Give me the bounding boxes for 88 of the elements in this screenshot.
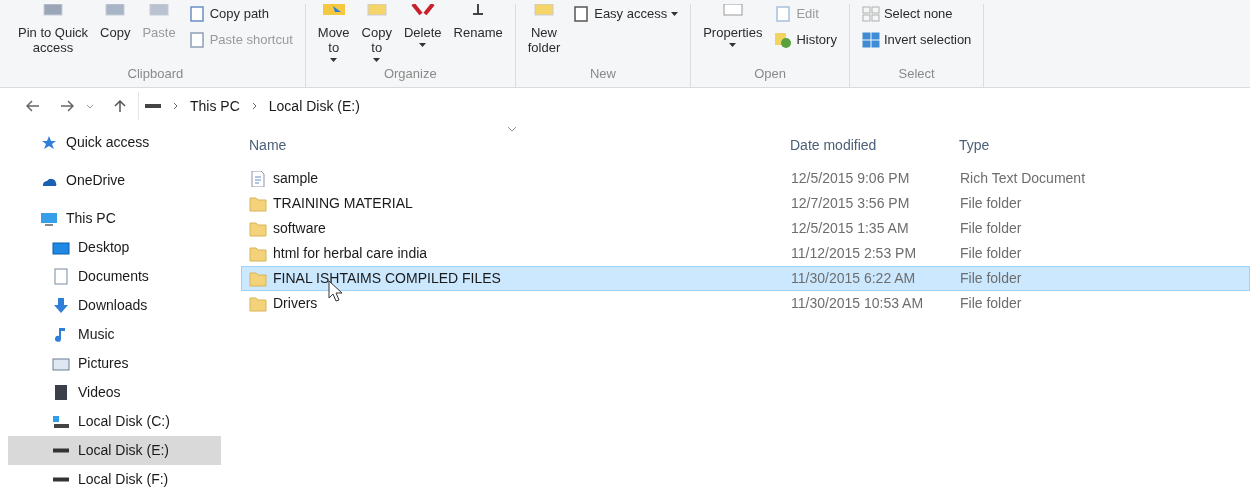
document-icon [52, 268, 70, 285]
nav-item[interactable]: OneDrive [8, 166, 221, 195]
date-modified: 11/30/2015 6:22 AM [790, 269, 917, 288]
column-header[interactable]: Type [955, 134, 1250, 156]
file-name: Drivers [273, 294, 318, 313]
file-type: File folder [959, 194, 1023, 213]
folder-icon [249, 220, 267, 237]
star-icon [41, 135, 57, 150]
breadcrumb[interactable]: Local Disk (E:) [268, 95, 360, 117]
file-name: software [273, 219, 326, 238]
date-modified: 11/12/2015 2:53 PM [790, 244, 918, 263]
group-label: Select [897, 64, 936, 83]
file-row[interactable]: Drivers 11/30/2015 10:53 AM File folder [241, 291, 1250, 316]
nav-item[interactable]: Quick access [8, 128, 221, 157]
file-name: sample [273, 169, 319, 188]
ribbon-button[interactable]: Move to [313, 4, 354, 62]
drive-icon [53, 477, 69, 482]
file-row[interactable]: sample 12/5/2015 9:06 PM Rich Text Document [241, 166, 1250, 191]
file-row[interactable]: software 12/5/2015 1:35 AM File folder [241, 216, 1250, 241]
file-type: File folder [959, 269, 1023, 288]
nav-item[interactable]: This PC [8, 204, 221, 233]
download-arrow-icon [52, 297, 70, 314]
breadcrumb[interactable]: This PC [190, 95, 240, 117]
back-arrow-icon[interactable] [26, 100, 40, 112]
ribbon-button[interactable]: Properties [699, 4, 767, 47]
nav-item[interactable]: Documents [8, 262, 221, 291]
rename-icon [472, 4, 485, 15]
date-modified: 12/5/2015 9:06 PM [790, 169, 911, 188]
nav-item[interactable]: Local Disk (F:) [8, 465, 221, 494]
file-type: Rich Text Document [959, 169, 1086, 188]
up-arrow-icon[interactable] [114, 99, 126, 113]
sort-chevron-icon [507, 127, 517, 132]
ribbon-button[interactable]: Invert selection [857, 31, 976, 49]
date-modified: 12/5/2015 1:35 AM [790, 219, 910, 238]
file-type: File folder [959, 294, 1023, 313]
date-modified: 12/7/2015 3:56 PM [790, 194, 911, 213]
column-header[interactable]: Date modified [786, 134, 955, 156]
grid-icon [861, 32, 880, 48]
chevron-down-icon[interactable] [86, 103, 94, 109]
group-label: New [588, 64, 617, 83]
history-icon [774, 32, 793, 48]
picture-icon [52, 356, 70, 371]
file-type: File folder [959, 219, 1023, 238]
nav-item[interactable]: Local Disk (C:) [8, 407, 221, 436]
ribbon-button[interactable]: Copy [96, 4, 135, 40]
date-modified: 11/30/2015 10:53 AM [790, 294, 925, 313]
ribbon-button[interactable]: Copy to [357, 4, 396, 62]
monitor-icon [52, 240, 70, 255]
chevron-right-icon [173, 102, 178, 110]
document-icon [249, 170, 267, 187]
ribbon-button[interactable]: Rename [449, 4, 507, 40]
file-row[interactable]: TRAINING MATERIAL 12/7/2015 3:56 PM File folder [241, 191, 1250, 216]
ribbon-button[interactable]: Easy access [568, 5, 683, 23]
group-label: Open [753, 64, 787, 83]
chevron-right-icon [251, 102, 257, 110]
file-name: TRAINING MATERIAL [273, 194, 413, 213]
nav-item[interactable]: Pictures [8, 349, 221, 378]
folder-icon [249, 245, 267, 262]
ribbon-button[interactable]: Copy path [183, 5, 297, 23]
ribbon-button[interactable]: Select none [857, 5, 976, 23]
file-name: FINAL ISHTAIMS COMPILED FILES [273, 269, 501, 288]
drive-icon [53, 448, 69, 453]
folder-icon [249, 295, 267, 312]
group-label: Organize [382, 64, 438, 83]
monitor-icon [40, 210, 58, 227]
nav-item[interactable]: Downloads [8, 291, 221, 320]
ribbon-button[interactable]: Delete [399, 4, 446, 47]
address-bar[interactable]: This PC Local Disk (E:) [138, 92, 1250, 120]
group-label: Clipboard [126, 64, 185, 83]
ribbon-button[interactable]: History [770, 31, 841, 49]
folder-icon [249, 195, 267, 212]
folder-icon [249, 270, 267, 287]
file-name: html for herbal care india [273, 244, 428, 263]
forward-arrow-icon[interactable] [60, 100, 74, 112]
drive-icon [145, 104, 161, 108]
ribbon-button[interactable]: New folder [523, 4, 565, 55]
grid-icon [861, 6, 880, 22]
document-icon [572, 6, 591, 22]
file-row[interactable]: html for herbal care india 11/12/2015 2:53 PM File folder [241, 241, 1250, 266]
drive-icon [52, 414, 70, 429]
file-row[interactable]: FINAL ISHTAIMS COMPILED FILES 11/30/2015 6:22 AM File folder [241, 266, 1250, 291]
ribbon-button[interactable]: Pin to Quick access [14, 4, 93, 55]
file-type: File folder [959, 244, 1023, 263]
nav-item[interactable]: Desktop [8, 233, 221, 262]
column-header[interactable]: Name [245, 134, 786, 156]
nav-item[interactable]: Music [8, 320, 221, 349]
nav-item[interactable]: Local Disk (E:) [8, 436, 221, 465]
nav-item[interactable]: Videos [8, 378, 221, 407]
